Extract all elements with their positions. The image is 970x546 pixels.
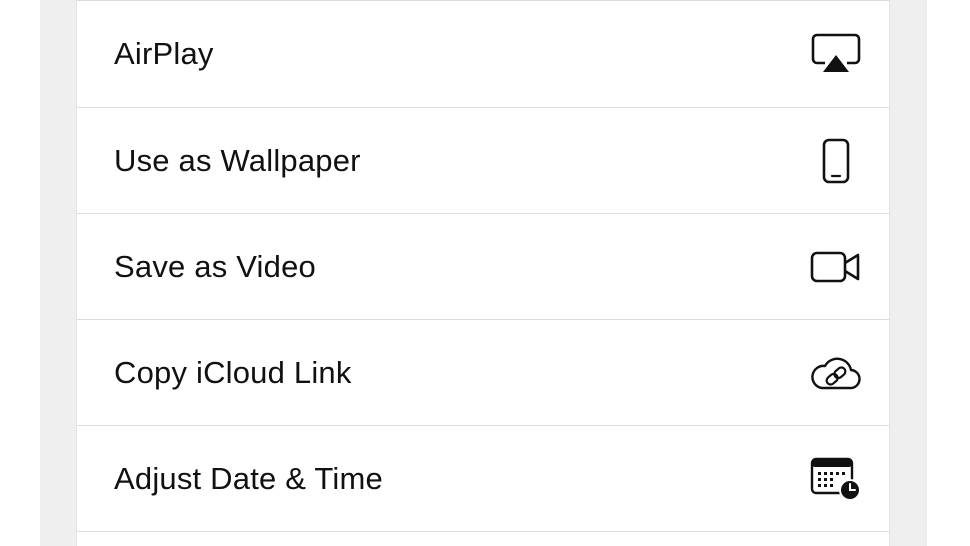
action-label: Use as Wallpaper (114, 142, 361, 178)
action-save-as-video[interactable]: Save as Video (77, 214, 889, 320)
action-label: Copy iCloud Link (114, 354, 352, 390)
action-label: Save as Video (114, 248, 316, 284)
action-label: AirPlay (114, 36, 214, 71)
share-sheet: AirPlay Use as Wallpaper Save as Video C… (40, 0, 927, 546)
action-copy-icloud-link[interactable]: Copy iCloud Link (77, 320, 889, 426)
action-use-as-wallpaper[interactable]: Use as Wallpaper (77, 108, 889, 214)
action-airplay[interactable]: AirPlay (77, 0, 889, 108)
action-list: AirPlay Use as Wallpaper Save as Video C… (76, 0, 890, 546)
icloud-link-icon (809, 348, 863, 398)
calendar-clock-icon (809, 454, 863, 504)
action-label: Adjust Date & Time (114, 460, 383, 496)
video-camera-icon (809, 242, 863, 292)
backdrop-right (927, 0, 970, 546)
action-next-partial[interactable] (77, 532, 889, 546)
action-adjust-date-time[interactable]: Adjust Date & Time (77, 426, 889, 532)
backdrop-left (0, 0, 40, 546)
airplay-icon (809, 29, 863, 79)
iphone-icon (809, 136, 863, 186)
